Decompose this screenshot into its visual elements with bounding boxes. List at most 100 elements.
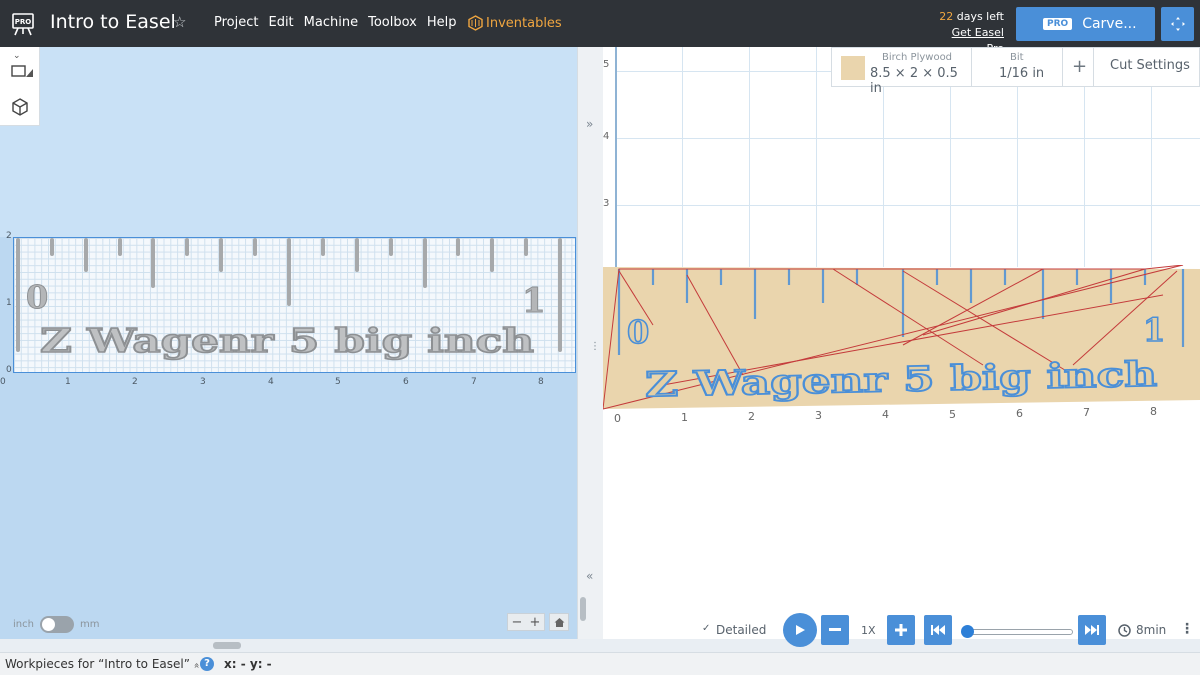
collapse-chevron-icon[interactable]: ⌄ bbox=[13, 51, 21, 61]
ruler-one-label: 1 bbox=[522, 281, 546, 321]
menu-toolbox[interactable]: Toolbox bbox=[368, 15, 417, 30]
clock-icon bbox=[1118, 624, 1131, 637]
detailed-toggle[interactable]: Detailed bbox=[716, 623, 766, 637]
collapse-left-chevron-icon[interactable]: « bbox=[586, 569, 593, 583]
workpieces-toggle[interactable]: Workpieces for “Intro to Easel” » bbox=[5, 657, 202, 671]
preview-y-axis-line bbox=[615, 47, 617, 267]
design-y-tick: 2 bbox=[6, 231, 12, 241]
speed-down-button[interactable] bbox=[821, 615, 849, 645]
unit-mm-label: mm bbox=[79, 619, 100, 630]
inventables-hex-icon bbox=[468, 15, 483, 31]
shape-tools-panel: ⌄ bbox=[0, 47, 40, 126]
design-x-tick: 3 bbox=[200, 377, 206, 387]
ruler-engraved-text: Z Wagenr 5 big inch bbox=[40, 321, 534, 360]
project-title[interactable]: Intro to Easel bbox=[50, 11, 176, 33]
trial-days-count: 22 bbox=[939, 10, 954, 23]
favorite-star-icon[interactable]: ☆ bbox=[173, 13, 186, 31]
preview-y-tick: 4 bbox=[603, 131, 610, 142]
unit-inch-label: inch bbox=[13, 619, 34, 630]
menu-edit[interactable]: Edit bbox=[268, 15, 293, 30]
preview-y-tick: 3 bbox=[603, 198, 610, 209]
design-x-tick: 4 bbox=[268, 377, 274, 387]
design-x-tick: 7 bbox=[471, 377, 477, 387]
material-swatch bbox=[841, 56, 865, 80]
design-y-tick: 1 bbox=[6, 298, 12, 308]
bit-size: 1/16 in bbox=[999, 66, 1045, 81]
skip-back-icon bbox=[931, 625, 945, 635]
cursor-coordinates: x: - y: - bbox=[224, 657, 272, 671]
design-x-tick: 5 bbox=[335, 377, 341, 387]
cut-settings-button[interactable]: Cut Settings bbox=[1094, 48, 1199, 86]
preview-x-tick: 5 bbox=[949, 408, 956, 421]
inventables-link[interactable]: Inventables bbox=[468, 15, 562, 31]
bit-selector[interactable]: Bit 1/16 in bbox=[972, 48, 1063, 86]
expand-right-chevron-icon[interactable]: » bbox=[586, 117, 593, 131]
unit-switch[interactable] bbox=[39, 616, 74, 633]
menu-help[interactable]: Help bbox=[427, 15, 457, 30]
inventables-label: Inventables bbox=[486, 15, 562, 31]
3d-cube-icon[interactable] bbox=[11, 98, 29, 116]
preview-material-drawing: 0 1 Z Wagenr 5 big inch bbox=[603, 265, 1200, 410]
expand-preview-button[interactable] bbox=[1161, 7, 1194, 41]
design-x-tick: 8 bbox=[538, 377, 544, 387]
zoom-controls: − + bbox=[507, 613, 545, 631]
import-icon[interactable] bbox=[11, 63, 33, 77]
home-icon bbox=[554, 617, 564, 627]
bit-label: Bit bbox=[1010, 52, 1024, 63]
preview-x-tick: 7 bbox=[1083, 406, 1090, 419]
plus-icon: + bbox=[1072, 56, 1088, 77]
easel-logo-icon[interactable]: PRO bbox=[10, 11, 36, 37]
play-icon bbox=[796, 625, 805, 635]
zoom-out-button[interactable]: − bbox=[512, 615, 523, 630]
unit-toggle: inch mm bbox=[13, 616, 99, 633]
expand-arrows-icon bbox=[1170, 17, 1185, 31]
design-x-tick: 2 bbox=[132, 377, 138, 387]
material-selector[interactable]: Birch Plywood 8.5 × 2 × 0.5 in bbox=[832, 48, 972, 96]
progress-slider-track[interactable] bbox=[965, 629, 1073, 635]
preview-playback-controls: ✓ Detailed 1X 8min ⋮ bbox=[603, 610, 1200, 650]
progress-slider-knob[interactable] bbox=[961, 625, 974, 638]
play-button[interactable] bbox=[783, 613, 817, 647]
panel-splitter[interactable]: » ⋮ « bbox=[577, 47, 603, 639]
material-settings-bar: Birch Plywood 8.5 × 2 × 0.5 in Bit 1/16 … bbox=[831, 47, 1200, 96]
vertical-scrollbar-thumb[interactable] bbox=[580, 597, 586, 621]
horizontal-scrollbar-thumb[interactable] bbox=[213, 642, 241, 649]
playback-speed: 1X bbox=[861, 624, 876, 637]
more-options-icon[interactable]: ⋮ bbox=[1180, 621, 1194, 637]
ruler-design-drawing: 0 1 Z Wagenr 5 big inch bbox=[16, 238, 562, 361]
preview-ruler-one-label: 1 bbox=[1143, 311, 1165, 349]
carve-preview-canvas[interactable]: 5 4 3 0 1 Z Wagenr 5 big inch 0 1 2 3 4 … bbox=[603, 47, 1200, 639]
skip-to-start-button[interactable] bbox=[924, 615, 952, 645]
home-view-button[interactable] bbox=[549, 613, 569, 631]
design-y-tick: 0 bbox=[6, 365, 12, 375]
skip-to-end-button[interactable] bbox=[1078, 615, 1106, 645]
speed-up-button[interactable] bbox=[887, 615, 915, 645]
design-x-tick: 1 bbox=[65, 377, 71, 387]
plus-icon bbox=[895, 624, 907, 636]
material-name: Birch Plywood bbox=[882, 52, 953, 63]
checkmark-icon: ✓ bbox=[702, 623, 711, 634]
preview-x-tick: 6 bbox=[1016, 407, 1023, 420]
menu-project[interactable]: Project bbox=[214, 15, 258, 30]
preview-x-tick: 1 bbox=[681, 411, 688, 424]
workpieces-label: Workpieces for “Intro to Easel” bbox=[5, 657, 190, 671]
drag-handle-icon[interactable]: ⋮ bbox=[590, 341, 600, 352]
material-dimensions: 8.5 × 2 × 0.5 in bbox=[870, 66, 958, 96]
cut-settings-label: Cut Settings bbox=[1110, 58, 1190, 73]
preview-x-tick: 2 bbox=[748, 410, 755, 423]
carve-label: Carve... bbox=[1082, 16, 1137, 32]
preview-x-tick: 0 bbox=[614, 412, 621, 425]
design-canvas[interactable]: ⌄ 2 1 0 0 1 Z Wagenr 5 big inch 0 1 2 3 … bbox=[0, 47, 577, 639]
design-canvas-top-area bbox=[0, 47, 577, 237]
preview-x-tick: 8 bbox=[1150, 405, 1157, 418]
help-icon[interactable]: ? bbox=[200, 657, 214, 671]
add-bit-button[interactable]: + bbox=[1063, 48, 1094, 86]
menu-machine[interactable]: Machine bbox=[304, 15, 358, 30]
carve-button[interactable]: PRO Carve... bbox=[1016, 7, 1155, 41]
zoom-in-button[interactable]: + bbox=[530, 615, 541, 630]
trial-days-suffix: days left bbox=[956, 10, 1004, 23]
main-menu: Project Edit Machine Toolbox Help bbox=[214, 15, 466, 30]
estimated-time: 8min bbox=[1136, 623, 1167, 637]
design-x-tick: 0 bbox=[0, 377, 6, 387]
ruler-workpiece[interactable]: 0 1 Z Wagenr 5 big inch bbox=[13, 237, 576, 373]
